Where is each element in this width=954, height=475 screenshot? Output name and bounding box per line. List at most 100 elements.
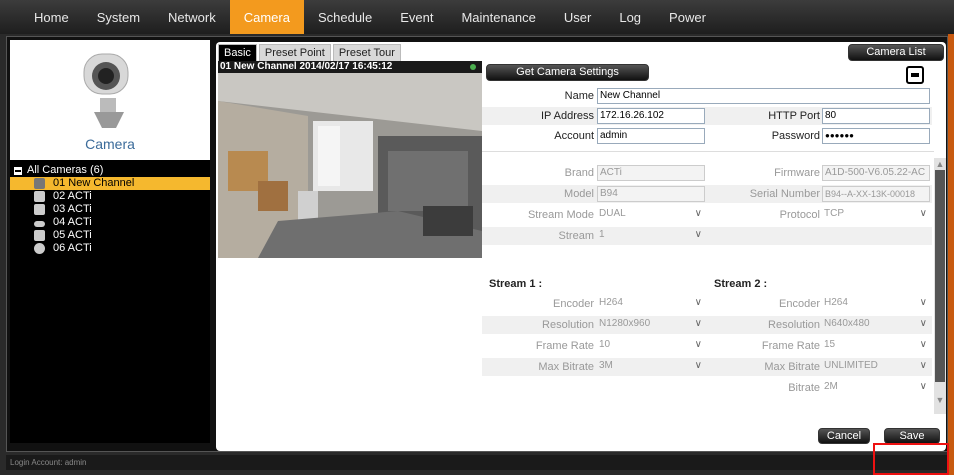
ip-address-input[interactable]: 172.16.26.102	[597, 108, 705, 124]
stream2-resolution-select[interactable]: N640x480 ∨	[822, 317, 930, 333]
scroll-up-icon[interactable]: ▲	[934, 158, 946, 170]
protocol-select[interactable]: TCP ∨	[822, 207, 930, 223]
stream2-encoder-value: H264	[824, 297, 848, 308]
settings-scrollbar[interactable]: ▲ ▼	[934, 158, 946, 414]
stream2-resolution-value: N640x480	[824, 318, 870, 329]
tree-root[interactable]: All Cameras (6)	[10, 164, 210, 177]
camera-item-04[interactable]: 04 ACTi	[10, 216, 210, 229]
camera-title: Camera	[85, 136, 135, 152]
account-row: Account admin Password ●●●●●●	[482, 127, 932, 145]
serial-number-field: B94--A-XX-13K-00018	[822, 186, 930, 202]
nav-system[interactable]: System	[83, 0, 154, 34]
camera-list-button[interactable]: Camera List	[848, 44, 944, 61]
camera-header: Camera	[10, 40, 210, 160]
camera-item-01[interactable]: 01 New Channel	[10, 177, 210, 190]
stream2-encoder-select[interactable]: H264 ∨	[822, 296, 930, 312]
chevron-down-icon: ∨	[694, 297, 702, 308]
stream2-bitrate-select[interactable]: 2M ∨	[822, 380, 930, 396]
nav-log[interactable]: Log	[605, 0, 655, 34]
tab-preset-point[interactable]: Preset Point	[258, 44, 331, 61]
stream1-max-bitrate-select[interactable]: 3M ∨	[597, 359, 705, 375]
nav-power[interactable]: Power	[655, 0, 720, 34]
stream2-encoder-label: Encoder	[779, 298, 820, 310]
bullet-camera-icon	[34, 220, 45, 227]
nav-schedule[interactable]: Schedule	[304, 0, 386, 34]
cancel-button[interactable]: Cancel	[818, 428, 870, 444]
scroll-down-icon[interactable]: ▼	[934, 394, 946, 406]
camera-item-06[interactable]: 06 ACTi	[10, 242, 210, 255]
window-edge	[948, 34, 954, 475]
serial-number-label: Serial Number	[749, 188, 820, 200]
stream2-frame-rate-label: Frame Rate	[761, 340, 820, 352]
box-camera-icon	[34, 204, 45, 215]
chevron-down-icon: ∨	[919, 381, 927, 392]
collapse-icon[interactable]	[14, 166, 22, 175]
model-field: B94	[597, 186, 705, 202]
chevron-down-icon: ∨	[919, 208, 927, 219]
model-row: Model B94 Serial Number B94--A-XX-13K-00…	[482, 185, 932, 203]
stream1-frame-rate-label: Frame Rate	[535, 340, 594, 352]
name-row: Name New Channel	[482, 87, 932, 105]
stream-value: 1	[599, 229, 605, 240]
stream1-resolution-select[interactable]: N1280x960 ∨	[597, 317, 705, 333]
chevron-down-icon: ∨	[919, 297, 927, 308]
status-indicator-icon	[470, 64, 476, 70]
tab-basic[interactable]: Basic	[218, 44, 257, 61]
password-input[interactable]: ●●●●●●	[822, 128, 930, 144]
stream-mode-select[interactable]: DUAL ∨	[597, 207, 705, 223]
nav-network[interactable]: Network	[154, 0, 230, 34]
camera-item-label: 04 ACTi	[53, 216, 92, 228]
camera-item-02[interactable]: 02 ACTi	[10, 190, 210, 203]
chevron-down-icon: ∨	[694, 229, 702, 240]
stream1-encoder-select[interactable]: H264 ∨	[597, 296, 705, 312]
name-label: Name	[564, 90, 594, 102]
get-camera-settings-button[interactable]: Get Camera Settings	[486, 64, 649, 81]
frame-rate-row: Frame Rate 10 ∨ Frame Rate 15 ∨	[482, 337, 932, 355]
max-bitrate-row: Max Bitrate 3M ∨ Max Bitrate UNLIMITED ∨	[482, 358, 932, 376]
account-input[interactable]: admin	[597, 128, 705, 144]
stream-select[interactable]: 1 ∨	[597, 228, 705, 244]
nav-camera[interactable]: Camera	[229, 0, 304, 34]
stream2-frame-rate-select[interactable]: 15 ∨	[822, 338, 930, 354]
name-input[interactable]: New Channel	[597, 88, 930, 104]
settings-tabs: Basic Preset Point Preset Tour	[218, 44, 401, 61]
camera-tree: All Cameras (6) 01 New Channel 02 ACTi 0…	[10, 164, 210, 255]
chevron-down-icon: ∨	[919, 318, 927, 329]
stream2-heading: Stream 2 :	[714, 278, 768, 290]
stream1-frame-rate-value: 10	[599, 339, 611, 350]
camera-item-03[interactable]: 03 ACTi	[10, 203, 210, 216]
nav-home[interactable]: Home	[20, 0, 83, 34]
box-camera-icon	[34, 178, 45, 189]
stream2-frame-rate-value: 15	[824, 339, 836, 350]
ip-address-label: IP Address	[541, 110, 594, 122]
password-label: Password	[771, 130, 820, 142]
video-frame	[218, 61, 482, 258]
tab-preset-tour[interactable]: Preset Tour	[332, 44, 401, 61]
nav-maintenance[interactable]: Maintenance	[447, 0, 549, 34]
ip-row: IP Address 172.16.26.102 HTTP Port 80	[482, 107, 932, 125]
chevron-down-icon: ∨	[694, 318, 702, 329]
video-preview: 01 New Channel 2014/02/17 16:45:12	[218, 61, 482, 258]
stream2-max-bitrate-select[interactable]: UNLIMITED ∨	[822, 359, 930, 375]
scroll-thumb[interactable]	[935, 170, 945, 382]
camera-item-label: 02 ACTi	[53, 190, 92, 202]
floppy-save-icon[interactable]	[906, 66, 924, 84]
protocol-label: Protocol	[779, 209, 820, 221]
chevron-down-icon: ∨	[919, 339, 927, 350]
http-port-input[interactable]: 80	[822, 108, 930, 124]
stream2-resolution-label: Resolution	[768, 319, 820, 331]
camera-item-05[interactable]: 05 ACTi	[10, 229, 210, 242]
nav-user[interactable]: User	[550, 0, 605, 34]
brand-label: Brand	[564, 167, 594, 179]
http-port-label: HTTP Port	[768, 110, 820, 122]
protocol-value: TCP	[824, 208, 844, 219]
stream2-max-bitrate-value: UNLIMITED	[824, 360, 878, 371]
camera-item-label: 03 ACTi	[53, 203, 92, 215]
tree-root-label: All Cameras (6)	[27, 164, 104, 176]
nav-event[interactable]: Event	[386, 0, 447, 34]
stream1-frame-rate-select[interactable]: 10 ∨	[597, 338, 705, 354]
save-button[interactable]: Save	[884, 428, 940, 444]
chevron-down-icon: ∨	[694, 360, 702, 371]
firmware-field: A1D-500-V6.05.22-AC	[822, 165, 930, 181]
top-navigation: Home System Network Camera Schedule Even…	[0, 0, 954, 34]
